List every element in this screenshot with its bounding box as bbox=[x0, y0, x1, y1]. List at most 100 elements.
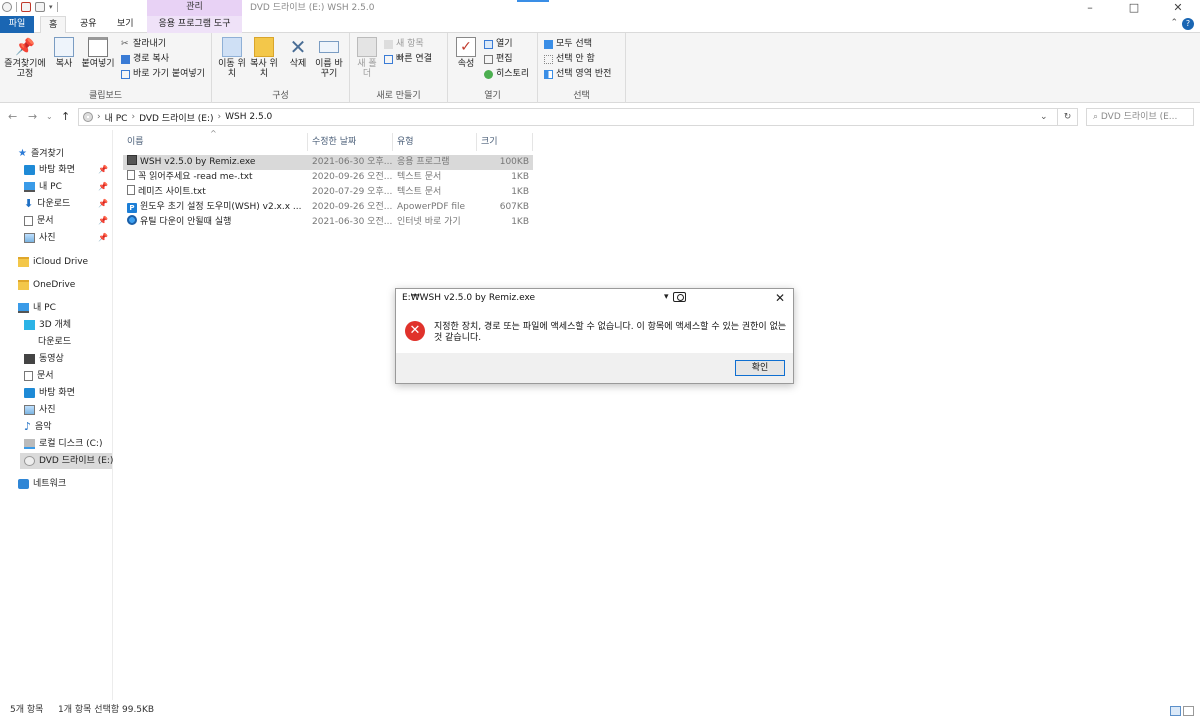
column-date-modified[interactable]: 수정한 날짜 bbox=[308, 133, 393, 151]
nav-local-disk[interactable]: 로컬 디스크 (C:) bbox=[24, 436, 112, 452]
nav-icloud-drive[interactable]: iCloud Drive bbox=[18, 254, 110, 270]
ribbon-collapse-icon[interactable]: ⌃ bbox=[1170, 18, 1178, 28]
select-none-button[interactable]: 선택 안 함 bbox=[544, 53, 595, 65]
copy-path-button[interactable]: 경로 복사 bbox=[121, 53, 169, 65]
refresh-icon[interactable]: ↻ bbox=[1058, 108, 1078, 126]
properties-icon[interactable] bbox=[21, 2, 31, 12]
rename-button[interactable]: 이름 바꾸기 bbox=[314, 37, 344, 79]
nav-label: 다운로드 bbox=[38, 337, 72, 347]
nav-desktop[interactable]: 바탕 화면 📌 bbox=[24, 162, 112, 178]
customize-toolbar-icon[interactable]: ▾ bbox=[49, 3, 53, 11]
nav-3d-objects[interactable]: 3D 개체 bbox=[24, 317, 112, 333]
dropdown-arrow-icon[interactable]: ▾ bbox=[664, 292, 669, 302]
paste-shortcut-label: 바로 가기 붙여넣기 bbox=[133, 69, 205, 79]
easy-access-label: 빠른 연결 bbox=[396, 54, 432, 64]
select-none-icon bbox=[544, 54, 553, 64]
file-name: 레미즈 사이트.txt bbox=[138, 187, 206, 197]
nav-desktop-pc[interactable]: 바탕 화면 bbox=[24, 385, 112, 401]
select-all-button[interactable]: 모두 선택 bbox=[544, 38, 592, 50]
camera-icon[interactable] bbox=[672, 292, 686, 302]
search-input[interactable]: ⌕ DVD 드라이브 (E... bbox=[1086, 108, 1194, 126]
recent-locations-icon[interactable]: ⌄ bbox=[46, 112, 53, 121]
back-icon[interactable]: ← bbox=[8, 110, 17, 123]
dialog-close-icon[interactable]: ✕ bbox=[775, 291, 785, 305]
tab-view[interactable]: 보기 bbox=[109, 16, 142, 33]
nav-downloads[interactable]: 다운로드 bbox=[24, 334, 112, 350]
file-row[interactable]: WSH v2.5.0 by Remiz.exe 2021-06-30 오후...… bbox=[123, 155, 533, 170]
minimize-button[interactable]: – bbox=[1068, 0, 1112, 16]
tab-application-tools[interactable]: 응용 프로그램 도구 bbox=[147, 16, 242, 33]
nav-this-pc-pinned[interactable]: 내 PC 📌 bbox=[24, 179, 112, 195]
nav-pictures-pinned[interactable]: 사진 📌 bbox=[24, 230, 112, 246]
properties-button[interactable]: ✓ 속성 bbox=[454, 37, 478, 69]
address-dropdown-icon[interactable]: ⌄ bbox=[1040, 112, 1048, 122]
help-icon[interactable]: ? bbox=[1182, 18, 1194, 30]
chevron-right-icon[interactable]: › bbox=[131, 112, 135, 122]
nav-dvd-drive[interactable]: DVD 드라이브 (E:) bbox=[20, 453, 113, 469]
chevron-right-icon[interactable]: › bbox=[218, 112, 222, 122]
tab-file[interactable]: 파일 bbox=[0, 16, 34, 33]
paste-shortcut-button[interactable]: 바로 가기 붙여넣기 bbox=[121, 68, 205, 80]
copy-to-button[interactable]: 복사 위치 bbox=[250, 37, 278, 79]
breadcrumb-dvd-drive[interactable]: DVD 드라이브 (E:) bbox=[139, 111, 213, 124]
tab-home[interactable]: 홈 bbox=[40, 16, 67, 33]
breadcrumb-folder[interactable]: WSH 2.5.0 bbox=[225, 112, 272, 122]
pin-quick-access-button[interactable]: 📌 즐겨찾기에 고정 bbox=[2, 37, 48, 79]
file-row[interactable]: 유틸 다운이 안될때 실행 2021-06-30 오전... 인터넷 바로 가기… bbox=[123, 215, 533, 230]
nav-music[interactable]: ♪ 음악 bbox=[24, 419, 112, 435]
nav-quick-access[interactable]: ★ 즐겨찾기 bbox=[18, 146, 110, 162]
paste-button[interactable]: 붙여넣기 bbox=[80, 37, 116, 69]
cut-button[interactable]: ✂ 잘라내기 bbox=[121, 38, 166, 50]
column-size[interactable]: 크기 bbox=[477, 133, 533, 151]
file-row[interactable]: P 윈도우 초기 설정 도우미(WSH) v2.x.x ... 2020-09-2… bbox=[123, 200, 533, 215]
edit-button[interactable]: 편집 bbox=[484, 53, 513, 65]
new-folder-button[interactable]: 새 폴더 bbox=[356, 37, 378, 79]
open-button[interactable]: 열기 bbox=[484, 38, 513, 50]
url-shortcut-icon bbox=[127, 215, 137, 225]
ok-button[interactable]: 확인 bbox=[735, 360, 785, 376]
file-row[interactable]: 꼭 읽어주세요 -read me-.txt 2020-09-26 오전... 텍… bbox=[123, 170, 533, 185]
new-folder-icon[interactable] bbox=[35, 2, 45, 12]
nav-downloads-pinned[interactable]: ⬇ 다운로드 📌 bbox=[24, 196, 112, 212]
new-item-button[interactable]: 새 항목 bbox=[384, 38, 424, 50]
history-button[interactable]: 히스토리 bbox=[484, 68, 529, 80]
address-bar[interactable]: › 내 PC › DVD 드라이브 (E:) › WSH 2.5.0 bbox=[78, 108, 1058, 126]
column-name[interactable]: 이름 bbox=[123, 133, 308, 151]
up-icon[interactable]: ↑ bbox=[61, 110, 70, 123]
maximize-button[interactable]: □ bbox=[1112, 0, 1156, 16]
forward-icon[interactable]: → bbox=[28, 110, 37, 123]
rename-icon bbox=[319, 41, 339, 53]
nav-documents[interactable]: 문서 bbox=[24, 368, 112, 384]
nav-pictures[interactable]: 사진 bbox=[24, 402, 112, 418]
breadcrumb-this-pc[interactable]: 내 PC bbox=[105, 111, 128, 124]
details-view-icon[interactable] bbox=[1170, 706, 1181, 716]
delete-button[interactable]: ✕ 삭제 bbox=[286, 37, 310, 69]
nav-this-pc[interactable]: 내 PC bbox=[18, 300, 110, 316]
tab-manage[interactable]: 관리 bbox=[147, 0, 242, 16]
invert-selection-button[interactable]: 선택 영역 반전 bbox=[544, 68, 611, 80]
paste-label: 붙여넣기 bbox=[81, 59, 115, 69]
column-type[interactable]: 유형 bbox=[393, 133, 477, 151]
nav-documents-pinned[interactable]: 문서 📌 bbox=[24, 213, 112, 229]
column-headers: 이름 수정한 날짜 유형 크기 bbox=[123, 133, 533, 151]
large-icons-view-icon[interactable] bbox=[1183, 706, 1194, 716]
copy-button[interactable]: 복사 bbox=[52, 37, 76, 69]
move-to-button[interactable]: 이동 위치 bbox=[218, 37, 246, 79]
file-row[interactable]: 레미즈 사이트.txt 2020-07-29 오후... 텍스트 문서 1KB bbox=[123, 185, 533, 200]
file-type: ApowerPDF file bbox=[397, 202, 466, 212]
chevron-right-icon[interactable]: › bbox=[97, 112, 101, 122]
search-placeholder: DVD 드라이브 (E... bbox=[1100, 112, 1178, 122]
item-count: 5개 항목 bbox=[10, 705, 44, 715]
dialog-title: E:₩WSH v2.5.0 by Remiz.exe bbox=[402, 293, 536, 303]
selection-info: 1개 항목 선택함 99.5KB bbox=[58, 705, 155, 715]
copy-to-icon bbox=[254, 37, 274, 57]
easy-access-button[interactable]: 빠른 연결 bbox=[384, 53, 432, 65]
document-icon bbox=[24, 216, 33, 226]
nav-videos[interactable]: 동영상 bbox=[24, 351, 112, 367]
delete-icon: ✕ bbox=[289, 35, 307, 59]
close-button[interactable]: ✕ bbox=[1156, 0, 1200, 16]
tab-share[interactable]: 공유 bbox=[72, 16, 105, 33]
nav-network[interactable]: 네트워크 bbox=[18, 476, 110, 492]
nav-onedrive[interactable]: OneDrive bbox=[18, 277, 110, 293]
dvd-drive-icon bbox=[83, 112, 93, 122]
